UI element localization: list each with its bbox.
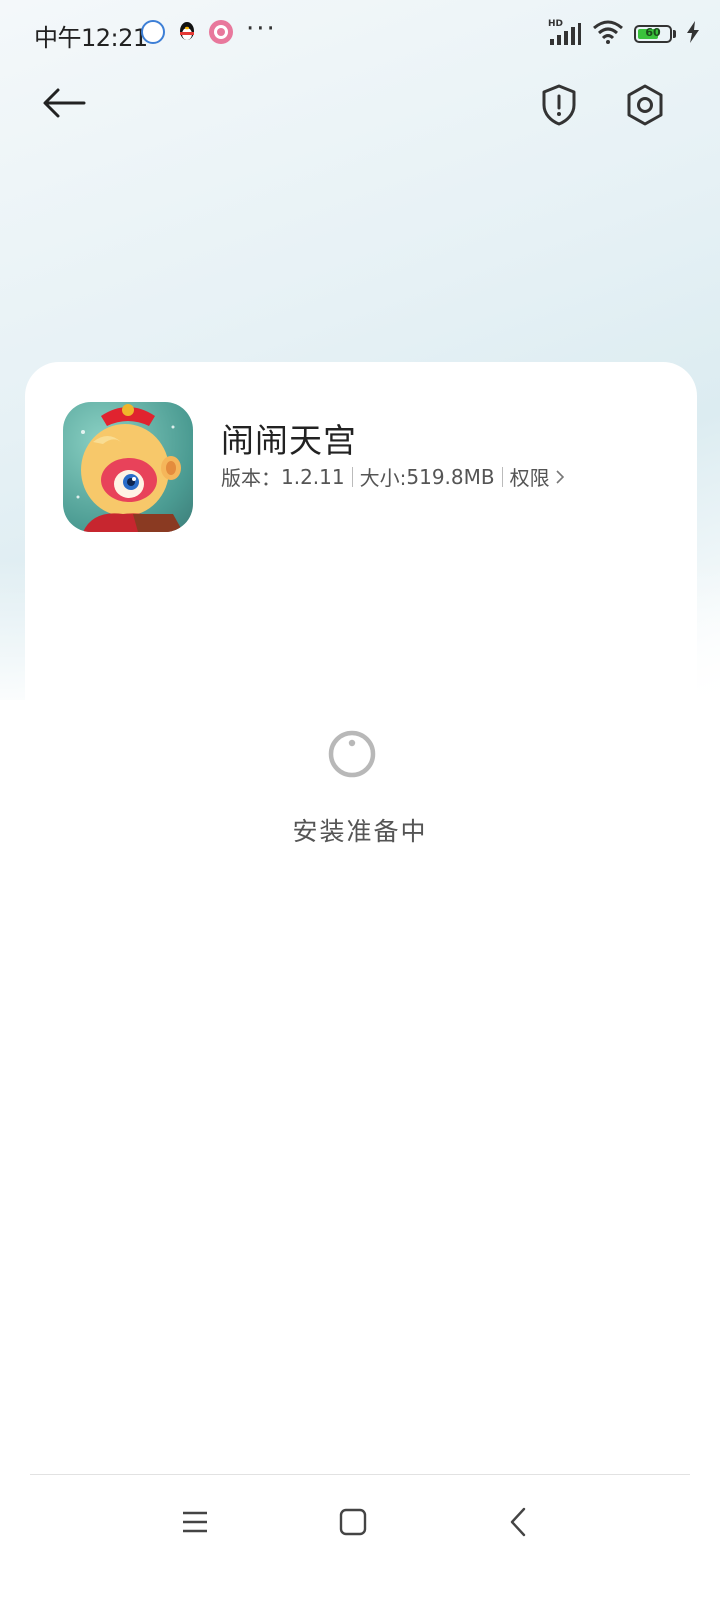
meta-divider [501, 466, 503, 487]
app-notification-icon [141, 20, 165, 44]
charging-icon [686, 21, 700, 47]
permissions-link[interactable]: 权限 [510, 462, 564, 491]
shield-alert-icon [542, 84, 576, 126]
home-icon [339, 1508, 367, 1536]
back-button[interactable] [36, 80, 92, 126]
recent-apps-button[interactable] [171, 1498, 219, 1546]
navigation-divider [30, 1474, 690, 1475]
app-info-card: 闹闹天宫 版本： 1.2.11 大小: 519.8MB 权限 [25, 362, 697, 782]
size-value: 519.8MB [406, 464, 495, 489]
wifi-icon [592, 20, 624, 48]
arrow-left-icon [43, 88, 86, 118]
security-button[interactable] [532, 78, 586, 132]
qq-icon [175, 20, 199, 44]
chevron-right-icon [556, 469, 564, 484]
home-button[interactable] [329, 1498, 377, 1546]
version-value: 1.2.11 [281, 464, 345, 489]
system-back-button[interactable] [494, 1498, 542, 1546]
app-icon [63, 402, 193, 532]
install-status-text: 安装准备中 [292, 817, 428, 846]
signal-icon: HD [548, 19, 582, 47]
battery-cap [673, 30, 676, 38]
permissions-label: 权限 [509, 466, 550, 490]
battery-level: 60 [645, 26, 661, 39]
more-notifications-indicator: ··· [246, 14, 277, 44]
app-notification-icon [209, 20, 233, 44]
settings-button[interactable] [618, 78, 672, 132]
status-bar: 中午12:21 ··· HD 60 [0, 0, 720, 68]
back-icon [510, 1507, 526, 1537]
app-meta: 版本： 1.2.11 大小: 519.8MB 权限 [221, 462, 564, 491]
battery-icon: 60 [634, 25, 672, 43]
version-label: 版本： [221, 466, 281, 490]
settings-icon [627, 84, 663, 126]
loading-spinner-icon [327, 729, 377, 779]
size-label: 大小: [359, 466, 407, 490]
status-icons: HD 60 [548, 19, 700, 48]
status-time: 中午12:21 [34, 24, 148, 52]
app-name: 闹闹天宫 [221, 421, 357, 460]
meta-divider [351, 466, 353, 487]
menu-icon [183, 1511, 207, 1533]
